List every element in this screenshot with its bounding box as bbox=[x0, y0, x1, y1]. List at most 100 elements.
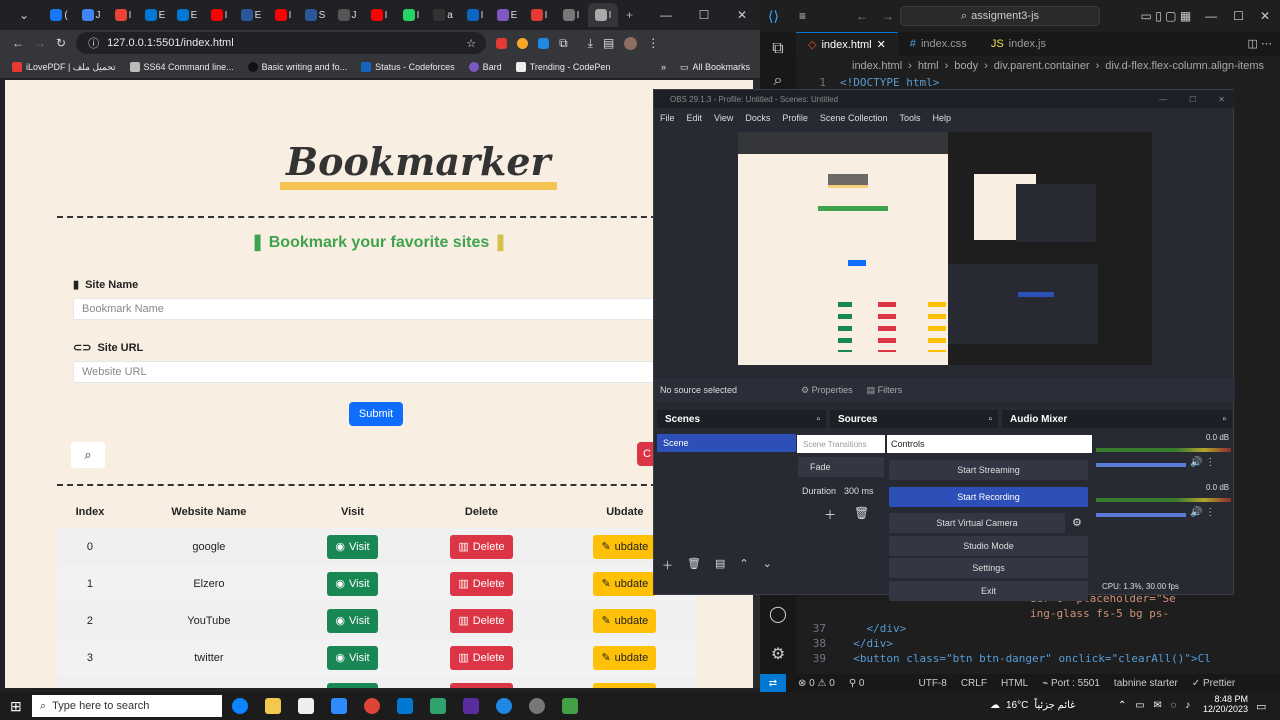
menu-item[interactable]: Profile bbox=[782, 113, 808, 123]
code-area[interactable]: der-0" placeholder="Se ing-glass fs-5 bg … bbox=[796, 592, 1211, 667]
status-item[interactable]: ⊗ 0 ⚠ 0 bbox=[798, 678, 835, 689]
visit-button[interactable]: ◉Visit bbox=[327, 571, 378, 596]
visit-button[interactable]: ◉Visit bbox=[327, 534, 378, 559]
browser-tab[interactable]: I bbox=[524, 3, 554, 27]
update-button[interactable]: ✎ubdate bbox=[593, 682, 657, 688]
zoom-icon[interactable] bbox=[496, 698, 512, 714]
chevron-right-icon[interactable]: » bbox=[661, 62, 666, 72]
profile-avatar[interactable] bbox=[624, 36, 638, 50]
visit-button[interactable]: ◉Visit bbox=[327, 608, 378, 633]
layout-icon[interactable]: ▭ ▯ ▢ ▦ bbox=[1141, 9, 1192, 23]
all-bookmarks[interactable]: ▭ All Bookmarks bbox=[680, 62, 750, 73]
browser-tab[interactable]: ( bbox=[44, 3, 74, 27]
tab-index-html[interactable]: ◇ index.html ✕ bbox=[796, 32, 898, 56]
status-item[interactable]: tabnine starter bbox=[1114, 678, 1178, 689]
search-icon[interactable]: ⌕ bbox=[760, 72, 796, 90]
breadcrumb-item[interactable]: index.html bbox=[852, 60, 902, 72]
undock-icon[interactable]: ▫ bbox=[988, 414, 992, 425]
browser-tab[interactable]: E bbox=[492, 3, 522, 27]
volume-slider[interactable] bbox=[1096, 513, 1186, 517]
browser-tab[interactable]: J bbox=[76, 3, 106, 27]
explorer-icon[interactable]: ⧉ bbox=[760, 40, 796, 58]
status-item[interactable]: HTML bbox=[1001, 678, 1028, 689]
bookmark-item[interactable]: Trending - CodePen bbox=[515, 62, 610, 72]
browser-tab[interactable]: I bbox=[588, 3, 618, 27]
settings-button[interactable]: Settings bbox=[889, 558, 1088, 578]
clock[interactable]: 8:48 PM 12/20/2023 bbox=[1196, 694, 1248, 714]
move-up-icon[interactable]: ⌃ bbox=[739, 557, 748, 573]
code-line[interactable]: 38 </div> bbox=[796, 637, 1211, 652]
menu-item[interactable]: Tools bbox=[899, 113, 920, 123]
browser-tab[interactable]: E bbox=[172, 3, 202, 27]
gear-icon[interactable]: ⚙ bbox=[1072, 516, 1082, 529]
account-icon[interactable]: ◯ bbox=[760, 604, 796, 624]
back-icon[interactable]: ← bbox=[12, 36, 24, 50]
store-icon[interactable] bbox=[298, 698, 314, 714]
forward-icon[interactable]: → bbox=[882, 9, 894, 23]
browser-tab[interactable]: E bbox=[236, 3, 266, 27]
browser-tab[interactable]: I bbox=[204, 3, 234, 27]
extensions-icon[interactable]: ⧉ bbox=[559, 36, 568, 51]
breadcrumb-item[interactable]: html bbox=[918, 60, 939, 72]
address-bar[interactable]: ⓘ 127.0.0.1:5501/index.html ☆ bbox=[76, 32, 487, 54]
code-line[interactable]: 1 <!DOCTYPE html> bbox=[796, 76, 939, 89]
obs-icon[interactable] bbox=[529, 698, 545, 714]
sidepanel-icon[interactable]: ▤ bbox=[603, 36, 614, 50]
add-icon[interactable]: ＋ bbox=[662, 557, 673, 573]
menu-item[interactable]: File bbox=[660, 113, 675, 123]
app-icon[interactable] bbox=[562, 698, 578, 714]
visit-button[interactable]: ◉Visit bbox=[327, 682, 378, 688]
update-button[interactable]: ✎ubdate bbox=[593, 608, 657, 633]
menu-item[interactable]: View bbox=[714, 113, 733, 123]
status-item[interactable]: CRLF bbox=[961, 678, 987, 689]
controls-tab[interactable]: Controls bbox=[887, 435, 1092, 453]
extension-icon[interactable] bbox=[517, 37, 529, 49]
browser-tab[interactable]: J bbox=[332, 3, 362, 27]
taskbar-search[interactable]: ⌕ Type here to search bbox=[32, 695, 222, 717]
new-tab-icon[interactable]: + bbox=[626, 8, 633, 22]
speaker-icon[interactable]: 🔊 ⋮ bbox=[1190, 457, 1215, 468]
undock-icon[interactable]: ▫ bbox=[1222, 414, 1226, 425]
undock-icon[interactable]: ▫ bbox=[816, 414, 820, 425]
close-icon[interactable]: ✕ bbox=[877, 38, 886, 51]
menu-icon[interactable]: ⋮ bbox=[647, 36, 659, 50]
weather-widget[interactable]: ☁ 16°C غائم جزئياً bbox=[990, 700, 1075, 711]
breadcrumb-item[interactable]: body bbox=[954, 60, 978, 72]
trash-icon[interactable]: 🗑 bbox=[854, 506, 869, 523]
extension-icon[interactable] bbox=[538, 37, 550, 49]
status-item[interactable]: ⌁ Port : 5501 bbox=[1042, 678, 1100, 689]
start-streaming-button[interactable]: Start Streaming bbox=[889, 460, 1088, 480]
close-icon[interactable]: ✕ bbox=[1218, 95, 1225, 104]
system-tray-icons[interactable]: ⌃ ▭ ✉ ◌ ♪ bbox=[1118, 700, 1193, 711]
volume-slider[interactable] bbox=[1096, 463, 1186, 467]
start-virtual-camera-button[interactable]: Start Virtual Camera bbox=[889, 513, 1065, 533]
menu-item[interactable]: Help bbox=[932, 113, 951, 123]
browser-tab[interactable]: I bbox=[364, 3, 394, 27]
browser-tab[interactable]: I bbox=[460, 3, 490, 27]
update-button[interactable]: ✎ubdate bbox=[593, 645, 657, 670]
exit-button[interactable]: Exit bbox=[889, 581, 1088, 601]
status-item[interactable]: ✓ Prettier bbox=[1192, 678, 1235, 689]
file-explorer-icon[interactable] bbox=[265, 698, 281, 714]
back-icon[interactable]: ← bbox=[856, 9, 868, 23]
forward-icon[interactable]: → bbox=[34, 36, 46, 50]
transition-select[interactable]: Fade bbox=[798, 457, 884, 477]
browser-tab[interactable]: I bbox=[268, 3, 298, 27]
extension-icon[interactable] bbox=[496, 37, 508, 49]
menu-icon[interactable]: ≡ bbox=[799, 9, 806, 23]
visit-button[interactable]: ◉Visit bbox=[327, 645, 378, 670]
trash-icon[interactable]: 🗑 bbox=[687, 557, 701, 573]
update-button[interactable]: ✎ubdate bbox=[593, 571, 657, 596]
move-down-icon[interactable]: ⌄ bbox=[763, 557, 772, 573]
studio-mode-button[interactable]: Studio Mode bbox=[889, 536, 1088, 556]
menu-item[interactable]: Scene Collection bbox=[820, 113, 888, 123]
split-editor-icon[interactable]: ◫ ⋯ bbox=[1248, 32, 1272, 56]
close-icon[interactable]: ✕ bbox=[1260, 9, 1270, 23]
filter-icon[interactable]: ▤ bbox=[715, 557, 725, 573]
code-line[interactable]: ing-glass fs-5 bg ps- bbox=[796, 607, 1211, 622]
bookmark-item[interactable]: Bard bbox=[468, 62, 502, 72]
scene-list-item[interactable]: Scene bbox=[657, 434, 796, 452]
bookmark-item[interactable]: Status - Codeforces bbox=[361, 62, 455, 72]
site-url-input[interactable]: Website URL bbox=[73, 361, 663, 383]
vscode-icon[interactable] bbox=[397, 698, 413, 714]
